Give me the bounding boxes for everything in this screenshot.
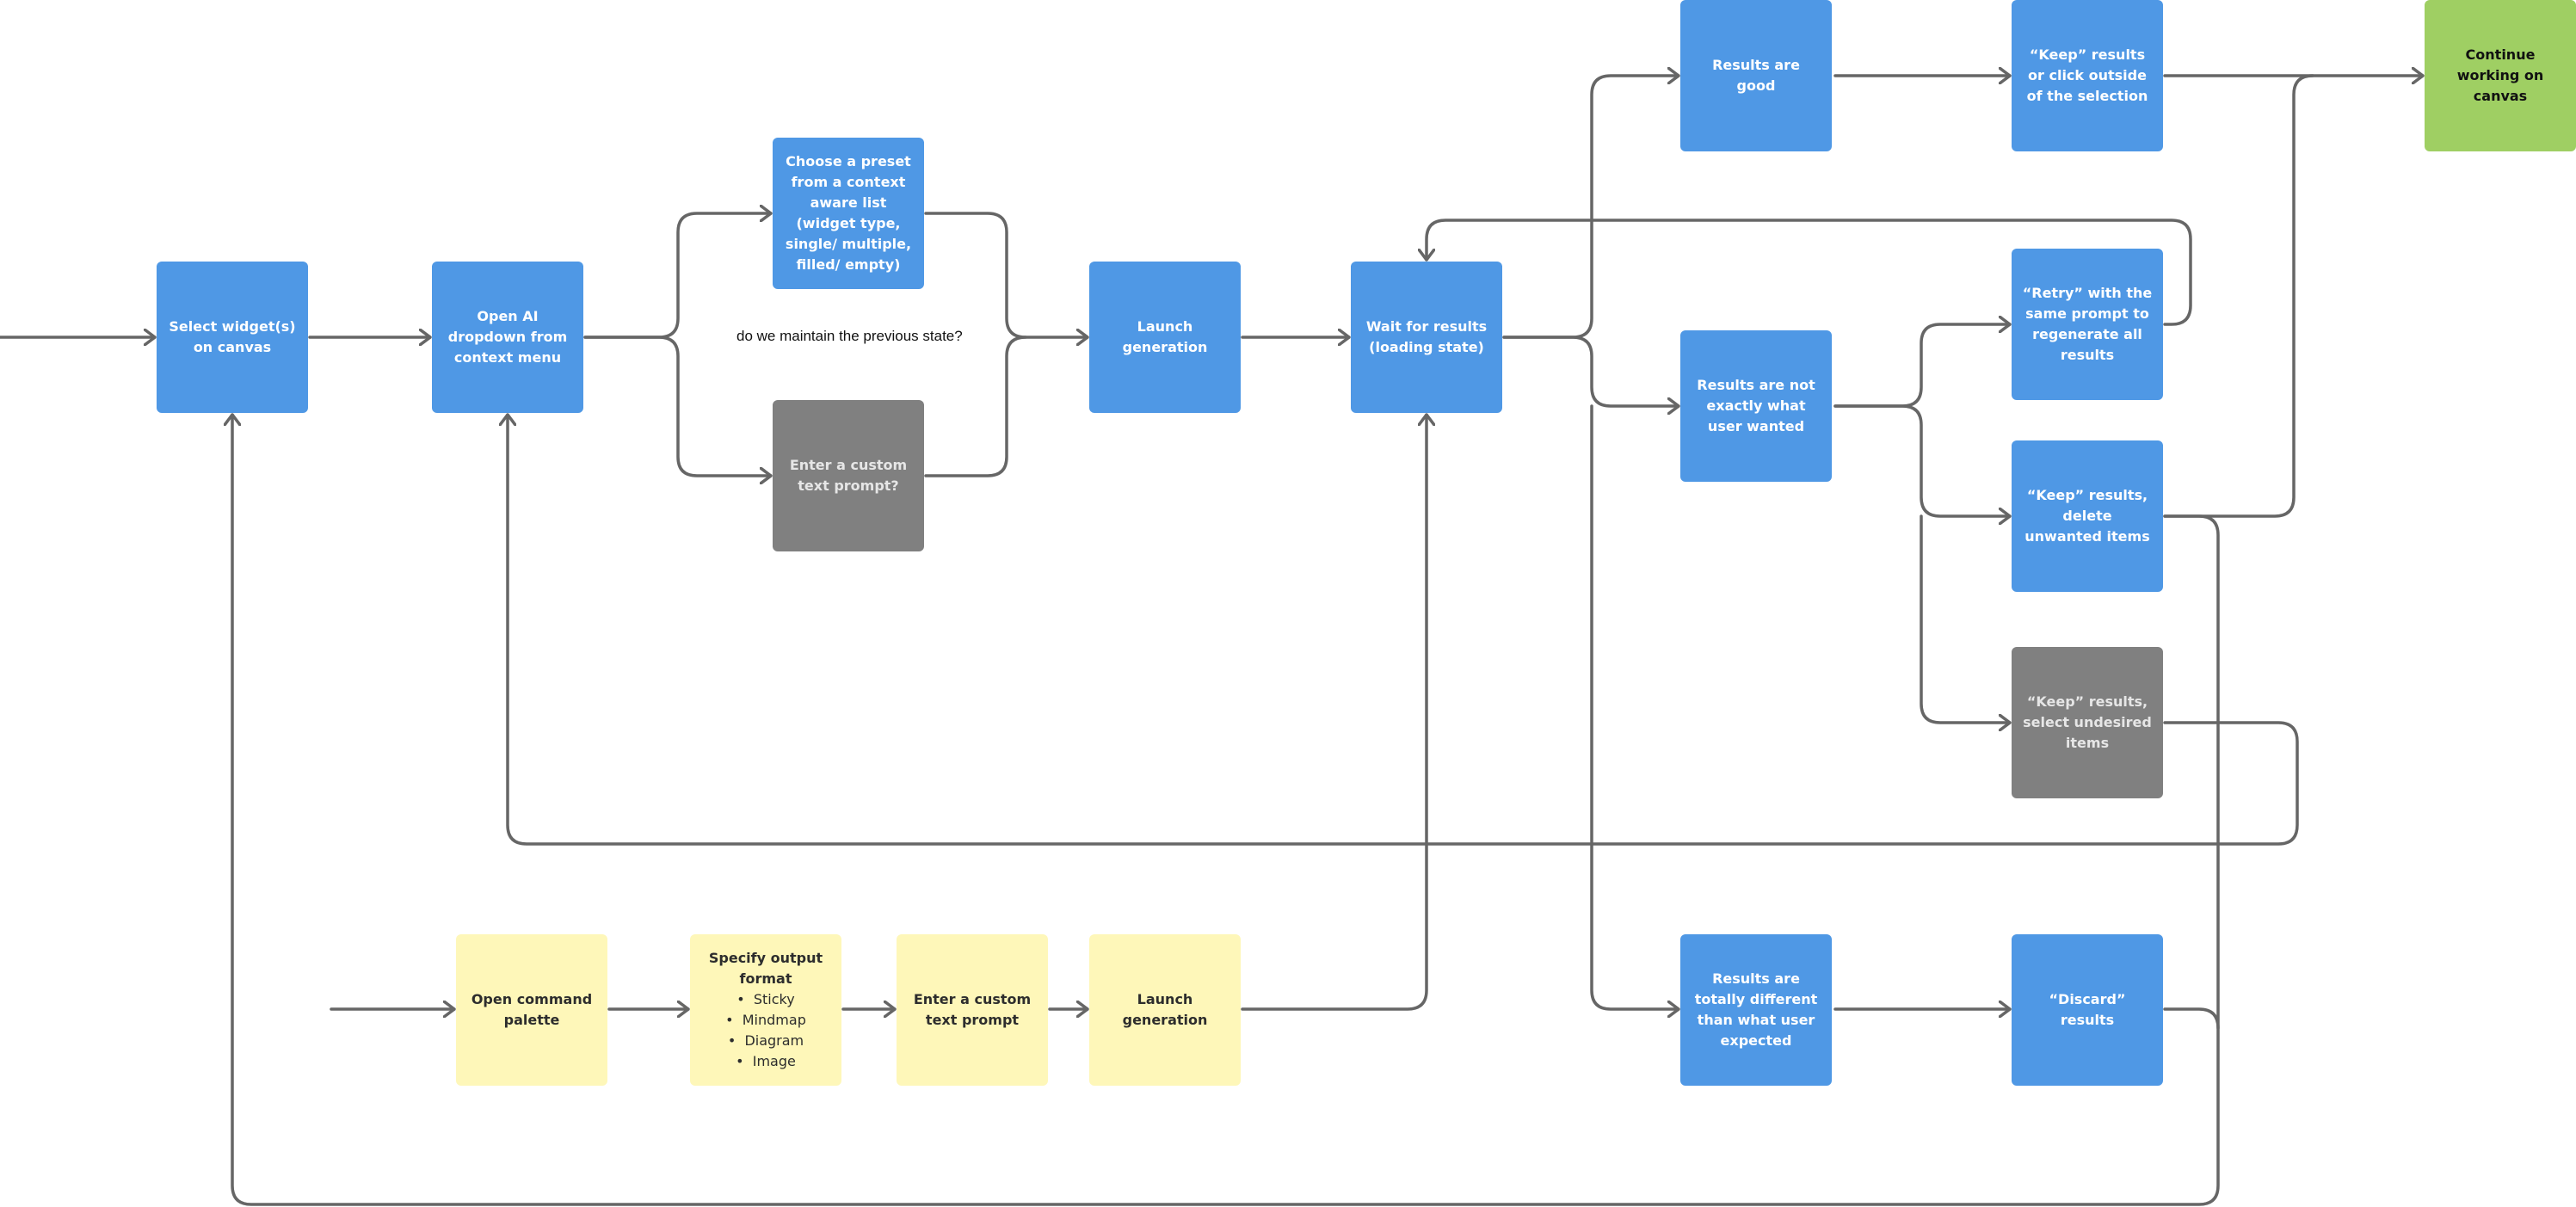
edge-openai-to-preset <box>583 213 773 339</box>
node-open-ai-dropdown[interactable]: Open AI dropdown from context menu <box>432 262 583 413</box>
node-label: “Keep” results, select undesired items <box>2023 693 2152 751</box>
node-label: Choose a preset from a context aware lis… <box>785 153 912 273</box>
node-label: Continue working on canvas <box>2456 46 2544 104</box>
node-label: Launch generation <box>1122 318 1208 355</box>
node-label: Specify output format <box>708 950 823 987</box>
node-label: “Discard” results <box>2049 991 2126 1028</box>
edge-notexact-to-keepselect <box>1920 514 2012 723</box>
annotation-maintain-state: do we maintain the previous state? <box>736 328 963 344</box>
node-specify-output-format[interactable]: Specify output format Sticky Mindmap Dia… <box>690 934 841 1086</box>
node-label: Enter a custom text prompt? <box>789 457 908 494</box>
node-label: “Keep” results, delete unwanted items <box>2024 487 2150 545</box>
node-label: “Retry” with the same prompt to regenera… <box>2022 285 2153 363</box>
node-keep-delete-unwanted[interactable]: “Keep” results, delete unwanted items <box>2012 440 2163 592</box>
node-open-command-palette[interactable]: Open command palette <box>456 934 607 1086</box>
node-keep-select-undesired[interactable]: “Keep” results, select undesired items <box>2012 647 2163 798</box>
connectors-layer <box>0 0 2425 1206</box>
node-discard-results[interactable]: “Discard” results <box>2012 934 2163 1086</box>
edge-custom-to-launch <box>924 336 1027 477</box>
edge-discard-to-loop <box>2163 1007 2220 1030</box>
edge-wait-to-different <box>1590 404 1680 1009</box>
node-results-totally-different[interactable]: Results are totally different than what … <box>1680 934 1832 1086</box>
node-label: Results are not exactly what user wanted <box>1697 377 1815 434</box>
option-image: Image <box>725 1051 806 1072</box>
option-diagram: Diagram <box>725 1031 806 1051</box>
node-label: Launch generation <box>1122 991 1208 1028</box>
node-results-good[interactable]: Results are good <box>1680 0 1832 151</box>
node-continue-working[interactable]: Continue working on canvas <box>2425 0 2576 151</box>
edge-preset-to-launch <box>924 212 1089 337</box>
node-choose-preset[interactable]: Choose a preset from a context aware lis… <box>773 138 924 289</box>
node-label: Results are good <box>1712 57 1800 94</box>
node-select-widgets[interactable]: Select widget(s) on canvas <box>157 262 308 413</box>
edge-notexact-to-keepdelete <box>1833 404 2012 516</box>
node-custom-prompt-question[interactable]: Enter a custom text prompt? <box>773 400 924 551</box>
output-format-options: Sticky Mindmap Diagram Image <box>725 989 806 1072</box>
edge-wait-to-notexact <box>1502 336 1680 406</box>
node-label: Open AI dropdown from context menu <box>447 308 568 366</box>
node-label: “Keep” results or click outside of the s… <box>2026 46 2148 104</box>
node-wait-results[interactable]: Wait for results (loading state) <box>1351 262 1502 413</box>
node-enter-custom-prompt[interactable]: Enter a custom text prompt <box>897 934 1048 1086</box>
node-label: Results are totally different than what … <box>1694 970 1818 1049</box>
node-label: Wait for results (loading state) <box>1365 318 1488 355</box>
node-label: Select widget(s) on canvas <box>169 318 296 355</box>
edge-launchpalette-to-wait <box>1241 413 1427 1011</box>
node-results-not-exact[interactable]: Results are not exactly what user wanted <box>1680 330 1832 482</box>
node-label: Open command palette <box>471 991 593 1028</box>
node-launch-generation[interactable]: Launch generation <box>1089 262 1241 413</box>
node-keep-or-click-outside[interactable]: “Keep” results or click outside of the s… <box>2012 0 2163 151</box>
option-sticky: Sticky <box>725 989 806 1010</box>
node-retry-same-prompt[interactable]: “Retry” with the same prompt to regenera… <box>2012 249 2163 400</box>
edge-openai-to-custom <box>583 336 773 476</box>
edge-notexact-to-retry <box>1833 324 2012 408</box>
node-label: Enter a custom text prompt <box>913 991 1032 1028</box>
flowchart-canvas: Select widget(s) on canvas Open AI dropd… <box>0 0 2576 1207</box>
option-mindmap: Mindmap <box>725 1010 806 1031</box>
edge-keepdelete-to-continue <box>2163 74 2314 518</box>
node-launch-generation-palette[interactable]: Launch generation <box>1089 934 1241 1086</box>
edge-wait-to-good <box>1502 76 1680 339</box>
